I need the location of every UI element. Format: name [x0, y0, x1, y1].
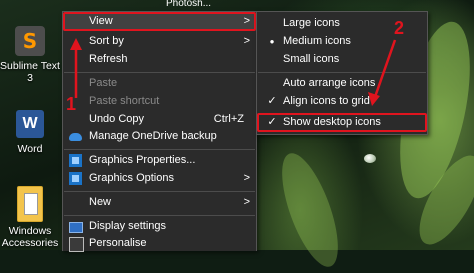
menu-item-refresh[interactable]: Refresh — [63, 50, 256, 69]
desktop-icon-label: Windows Accessories — [1, 225, 59, 249]
onedrive-icon — [69, 133, 82, 141]
menu-item-graphics-properties[interactable]: Graphics Properties... — [63, 151, 256, 170]
menu-item-onedrive-backup[interactable]: Manage OneDrive backup — [63, 127, 256, 146]
word-icon — [16, 110, 44, 138]
submenu-item-align-to-grid[interactable]: ✓ Align icons to grid — [257, 92, 427, 111]
desktop-file-label: Photosh... — [166, 0, 212, 8]
chevron-right-icon: > — [243, 35, 250, 47]
chevron-right-icon: > — [243, 172, 250, 184]
radio-dot-icon: ● — [269, 37, 275, 46]
menu-item-graphics-options[interactable]: Graphics Options > — [63, 169, 256, 188]
desktop-icon-accessories[interactable]: Windows Accessories — [0, 186, 60, 249]
desktop-icon-sublime[interactable]: Sublime Text 3 — [0, 26, 60, 84]
submenu-item-auto-arrange[interactable]: Auto arrange icons — [257, 74, 427, 93]
submenu-item-show-desktop-icons[interactable]: ✓ Show desktop icons — [257, 113, 427, 132]
desktop-icon-label: Word — [17, 143, 43, 155]
menu-item-new[interactable]: New > — [63, 193, 256, 212]
annotation-step-2: 2 — [394, 18, 405, 38]
sublime-text-icon — [15, 26, 45, 56]
intel-graphics-icon — [69, 172, 82, 185]
menu-separator — [64, 191, 255, 192]
menu-separator — [64, 215, 255, 216]
intel-graphics-icon — [69, 154, 82, 167]
display-icon — [69, 222, 83, 233]
desktop-icon-label: Sublime Text 3 — [0, 60, 60, 84]
menu-item-paste: Paste — [89, 77, 118, 89]
folder-icon — [17, 186, 43, 222]
desktop-context-menu: View > Sort by > Refresh Paste Paste sho… — [62, 11, 257, 253]
annotation-step-1: 1 — [66, 94, 77, 114]
checkmark-icon: ✓ — [267, 95, 277, 107]
menu-item-sort-by[interactable]: Sort by > — [63, 32, 256, 51]
wallpaper-leaf — [270, 146, 350, 273]
chevron-right-icon: > — [243, 196, 250, 208]
menu-separator — [64, 149, 255, 150]
menu-item-paste-shortcut: Paste shortcut — [89, 95, 160, 107]
checkmark-icon: ✓ — [267, 116, 277, 128]
menu-item-personalise[interactable]: Personalise — [63, 234, 256, 253]
desktop-icon-word[interactable]: Word — [0, 110, 60, 155]
menu-separator — [64, 72, 255, 73]
chevron-right-icon: > — [243, 15, 250, 27]
water-droplet — [364, 154, 376, 163]
menu-item-view[interactable]: View > — [63, 12, 256, 31]
submenu-item-small-icons[interactable]: Small icons — [257, 50, 427, 69]
menu-separator — [258, 72, 426, 73]
